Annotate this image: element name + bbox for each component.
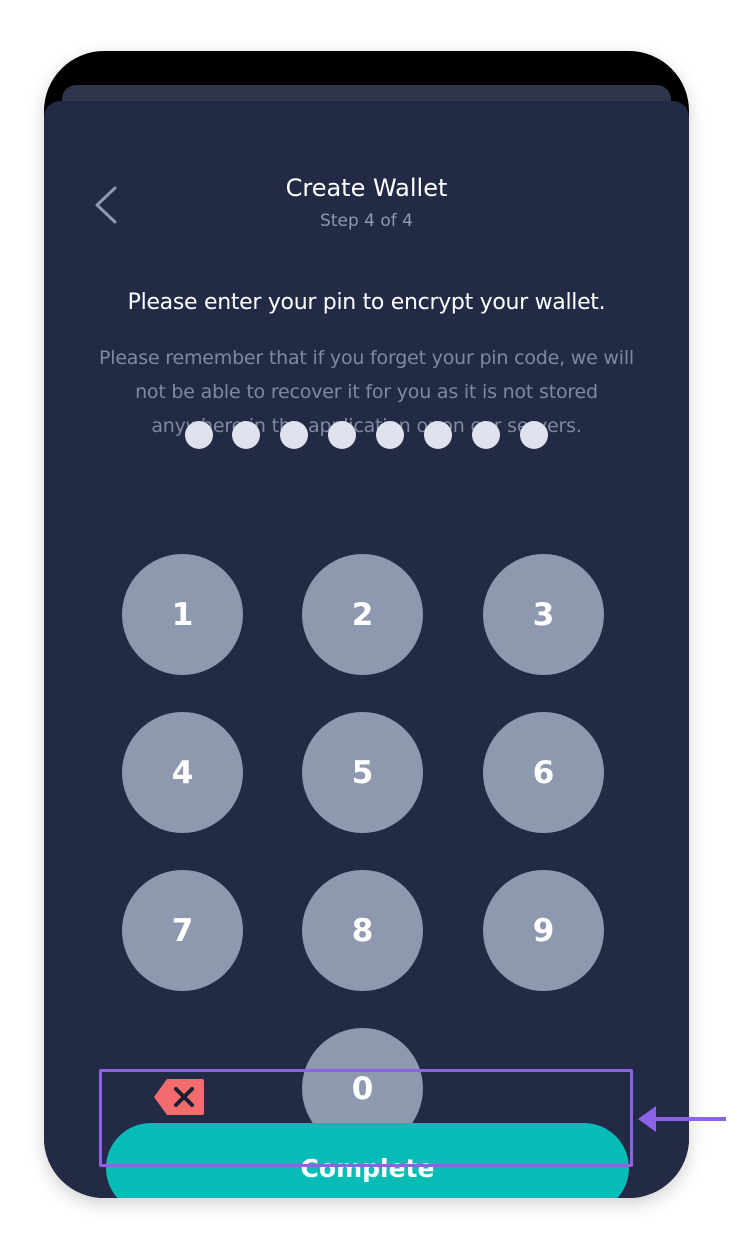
phone-frame: Create Wallet Step 4 of 4 Please enter y… xyxy=(44,51,689,1198)
pin-dot xyxy=(328,421,356,449)
arrow-left-icon xyxy=(638,1106,726,1132)
pin-instruction-heading: Please enter your pin to encrypt your wa… xyxy=(127,290,606,315)
keypad-key-8[interactable]: 8 xyxy=(302,870,423,991)
keypad-key-5[interactable]: 5 xyxy=(302,712,423,833)
keypad-key-7[interactable]: 7 xyxy=(122,870,243,991)
page-title: Create Wallet xyxy=(285,174,448,202)
delete-button[interactable] xyxy=(153,1078,205,1116)
pin-dot xyxy=(520,421,548,449)
pin-dot xyxy=(185,421,213,449)
pin-dot xyxy=(232,421,260,449)
keypad-key-9[interactable]: 9 xyxy=(483,870,604,991)
backspace-icon xyxy=(154,1079,204,1115)
step-indicator: Step 4 of 4 xyxy=(320,211,413,231)
keypad-key-6[interactable]: 6 xyxy=(483,712,604,833)
keypad-key-3[interactable]: 3 xyxy=(483,554,604,675)
keypad-key-2[interactable]: 2 xyxy=(302,554,423,675)
keypad-key-1[interactable]: 1 xyxy=(122,554,243,675)
pin-dot xyxy=(424,421,452,449)
keypad-key-4[interactable]: 4 xyxy=(122,712,243,833)
pin-dot xyxy=(472,421,500,449)
create-wallet-sheet: Create Wallet Step 4 of 4 Please enter y… xyxy=(44,101,689,1198)
complete-button[interactable]: Complete xyxy=(106,1123,629,1198)
pin-indicator xyxy=(44,421,689,451)
pin-dot xyxy=(376,421,404,449)
pin-dot xyxy=(280,421,308,449)
